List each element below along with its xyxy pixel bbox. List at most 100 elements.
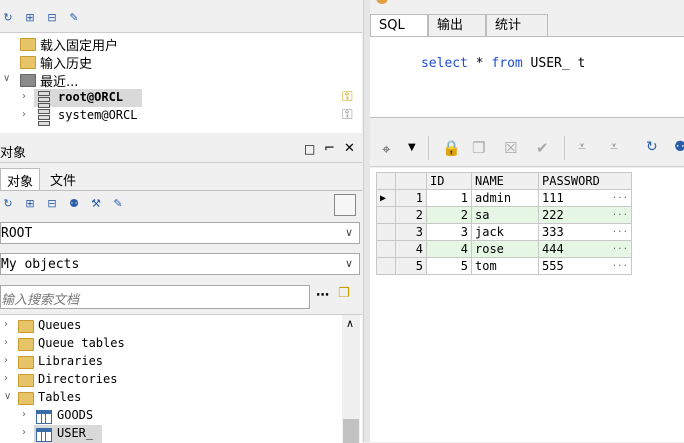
cell-name[interactable]: jack [471, 223, 539, 241]
chevron-down-icon[interactable]: ∨ [4, 391, 11, 402]
tree-item-user[interactable]: › USER_ [0, 425, 340, 443]
cell-name[interactable]: admin [471, 189, 539, 207]
post-changes-icon[interactable]: ✔ [536, 139, 549, 157]
results-table: ID NAME PASSWORD ▶ 1 1 admin 111... 2 2 [376, 172, 632, 275]
cell-password[interactable]: 111... [538, 189, 632, 207]
table-row[interactable]: 3 3 jack 333... [376, 223, 632, 241]
cell-ellipsis-button[interactable]: ... [612, 191, 628, 201]
chevron-right-icon[interactable]: › [22, 91, 26, 102]
refresh-icon[interactable]: ↻ [0, 196, 16, 212]
cell-ellipsis-button[interactable]: ... [612, 208, 628, 218]
pin-icon[interactable]: ⌐ [324, 141, 335, 156]
cell-password[interactable]: 555... [538, 257, 632, 275]
chevron-right-icon[interactable]: › [22, 109, 26, 120]
chevron-right-icon[interactable]: › [4, 319, 8, 330]
maximize-icon[interactable]: □ [304, 142, 315, 156]
table-row[interactable]: 4 4 rose 444... [376, 240, 632, 258]
tree-item-directories[interactable]: › Directories [0, 371, 340, 389]
filter-select[interactable]: My objects ∨ [0, 253, 360, 275]
fetch-next-icon[interactable]: ⩡ [578, 139, 586, 155]
cell-ellipsis-button[interactable]: ... [612, 242, 628, 252]
column-header-password[interactable]: PASSWORD [538, 172, 632, 190]
chevron-right-icon[interactable]: › [4, 373, 8, 384]
new-document-icon[interactable]: ❐ [338, 286, 350, 301]
table-row[interactable]: 5 5 tom 555... [376, 257, 632, 275]
remove-icon[interactable]: ⊟ [44, 196, 60, 212]
tree-item-libraries[interactable]: › Libraries [0, 353, 340, 371]
cell-password[interactable]: 444... [538, 240, 632, 258]
tab-objects[interactable]: 对象 [0, 168, 40, 190]
cell-name[interactable]: sa [471, 206, 539, 224]
connections-toolbar: ↻ ⊞ ⊟ ✎ [0, 8, 362, 28]
tree-item-recent[interactable]: ∨ 最近... [0, 71, 200, 90]
remove-icon[interactable]: ⊟ [44, 10, 60, 26]
cell-id[interactable]: 4 [426, 240, 472, 258]
options-button[interactable] [334, 194, 356, 216]
chevron-right-icon[interactable]: › [4, 337, 8, 348]
find-icon[interactable]: ⚉ [66, 196, 82, 212]
more-icon[interactable]: ⋯ [316, 288, 329, 303]
tree-item-queues[interactable]: › Queues [0, 317, 340, 335]
tab-files[interactable]: 文件 [44, 168, 84, 190]
add-icon[interactable]: ⊞ [22, 10, 38, 26]
add-icon[interactable]: ⊞ [22, 196, 38, 212]
scrollbar-thumb[interactable] [343, 419, 359, 443]
cell-ellipsis-button[interactable]: ... [612, 225, 628, 235]
sql-window: SQL 输出 统计 select * from USER_ t ⌖ ▼ 🔒 ❐ … [370, 0, 684, 442]
chevron-right-icon[interactable]: › [22, 427, 26, 438]
filter-icon[interactable]: ⚒ [88, 196, 104, 212]
sql-star: * [467, 56, 492, 71]
find-icon[interactable]: ⚉ [674, 139, 684, 155]
vertical-splitter[interactable] [363, 0, 370, 442]
properties-icon[interactable]: ✎ [110, 196, 126, 212]
cell-name[interactable]: tom [471, 257, 539, 275]
fetch-last-icon[interactable]: ⩡ [610, 139, 618, 155]
cell-ellipsis-button[interactable]: ... [612, 259, 628, 269]
row-indicator [376, 240, 396, 258]
column-header-id[interactable]: ID [426, 172, 472, 190]
scroll-up-icon[interactable]: ∧ [346, 317, 354, 330]
tree-item-fixed-users[interactable]: 载入固定用户 [0, 35, 200, 54]
tab-stats[interactable]: 统计 [486, 14, 548, 36]
sql-editor[interactable]: select * from USER_ t [370, 36, 684, 118]
delete-record-icon[interactable]: ☒ [504, 139, 517, 157]
close-icon[interactable]: ✕ [344, 141, 355, 156]
properties-icon[interactable]: ✎ [66, 10, 82, 26]
refresh-icon[interactable]: ↻ [646, 139, 658, 155]
column-header-name[interactable]: NAME [471, 172, 539, 190]
lock-icon[interactable]: 🔒 [442, 139, 461, 157]
grid-select-icon[interactable]: ⌖ [382, 140, 390, 158]
cell-password[interactable]: 222... [538, 206, 632, 224]
cell-name[interactable]: rose [471, 240, 539, 258]
search-input[interactable]: 输入搜索文档 [0, 285, 310, 309]
tree-item-tables[interactable]: ∨ Tables [0, 389, 340, 407]
chevron-right-icon[interactable]: › [22, 409, 26, 420]
toolbar-separator [428, 136, 429, 160]
dropdown-arrow-icon[interactable]: ▼ [408, 142, 416, 153]
table-row[interactable]: 2 2 sa 222... [376, 206, 632, 224]
tab-output[interactable]: 输出 [428, 14, 486, 36]
tree-item-root-orcl[interactable]: › root@ORCL ⚿ [0, 89, 362, 108]
tree-scrollbar[interactable]: ∧ [342, 315, 360, 443]
tree-item-history[interactable]: 输入历史 [0, 53, 200, 72]
table-row[interactable]: ▶ 1 1 admin 111... [376, 189, 632, 207]
cell-id[interactable]: 2 [426, 206, 472, 224]
chevron-down-icon[interactable]: ∨ [3, 73, 10, 84]
tree-item-system-orcl[interactable]: › system@ORCL ⚿ [0, 107, 362, 126]
cell-id[interactable]: 3 [426, 223, 472, 241]
row-number: 5 [395, 257, 427, 275]
tab-sql[interactable]: SQL [370, 14, 428, 36]
insert-record-icon[interactable]: ❐ [472, 139, 485, 157]
cell-id[interactable]: 5 [426, 257, 472, 275]
refresh-icon[interactable]: ↻ [0, 10, 16, 26]
cell-id[interactable]: 1 [426, 189, 472, 207]
key-gray-icon: ⚿ [342, 107, 353, 123]
folder-icon [20, 56, 36, 69]
row-indicator-header [376, 172, 396, 190]
tree-item-queue-tables[interactable]: › Queue tables [0, 335, 340, 353]
tree-item-goods[interactable]: › GOODS [0, 407, 340, 425]
owner-select[interactable]: ROOT ∨ [0, 222, 360, 244]
chevron-right-icon[interactable]: › [4, 355, 8, 366]
cell-password[interactable]: 333... [538, 223, 632, 241]
filter-select-value: My objects [1, 257, 80, 272]
